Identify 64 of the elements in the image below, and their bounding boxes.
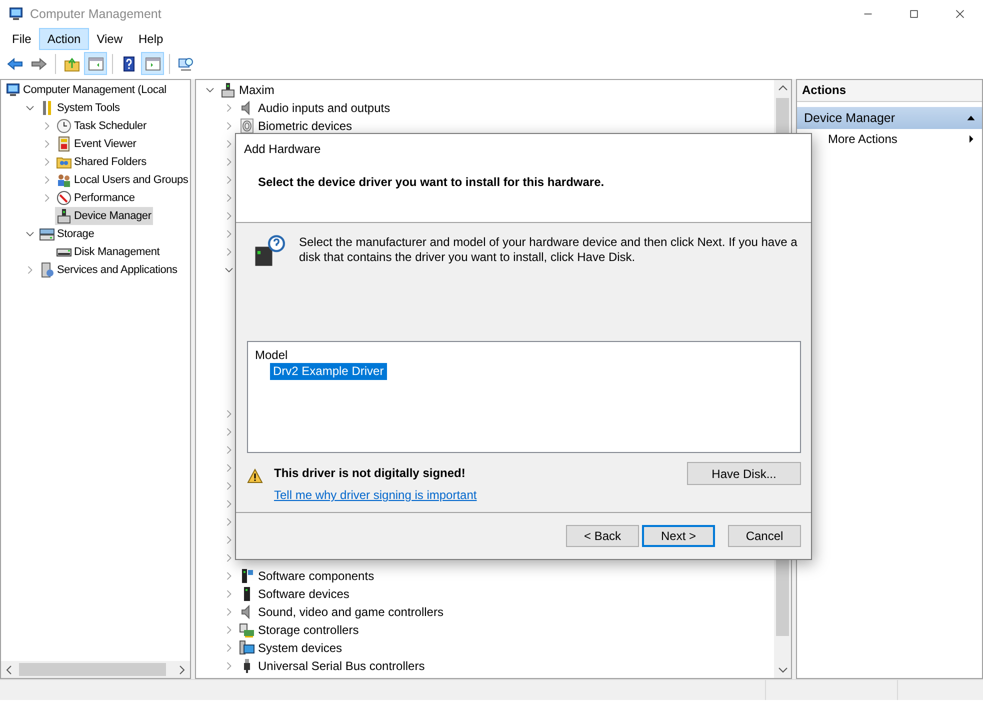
list-item[interactable]: Drv2 Example Driver [270, 363, 387, 380]
tree-item[interactable]: System Tools [38, 99, 122, 117]
action-link[interactable]: More Actions [828, 132, 898, 146]
have-disk-button[interactable]: Have Disk... [687, 462, 801, 485]
monitor-magnifier-icon [178, 56, 194, 72]
clock-icon [56, 118, 72, 134]
event-log-icon [56, 136, 72, 152]
tree-item[interactable]: Device Manager [55, 207, 154, 225]
dialog-button[interactable]: < Back [566, 525, 639, 547]
close-icon[interactable] [954, 8, 966, 20]
show-hide-tree-button[interactable] [84, 52, 107, 75]
tree-item[interactable]: Event Viewer [55, 135, 138, 153]
section-header[interactable]: Device Manager [797, 107, 982, 129]
dialog-button[interactable]: Next > [642, 525, 715, 547]
tree-item[interactable]: System devices [238, 639, 344, 657]
computer-icon [5, 82, 21, 98]
column-header: Model [254, 347, 289, 363]
menu-item[interactable]: Action [39, 28, 89, 50]
forward-arrow-icon [30, 56, 46, 72]
warning-icon [247, 468, 263, 484]
pane-heading: Actions [797, 80, 982, 102]
back-arrow-icon [6, 56, 22, 72]
storage-controller-icon [239, 622, 255, 638]
tree-item[interactable]: Shared Folders [55, 153, 148, 171]
up-folder-icon [64, 56, 80, 72]
app-icon [8, 6, 24, 22]
users-icon [56, 172, 72, 188]
tree-item[interactable]: Maxim [219, 81, 276, 99]
help-link[interactable]: Tell me why driver signing is important [274, 488, 477, 502]
tree-item[interactable]: Universal Serial Bus controllers [238, 657, 427, 675]
model-list[interactable]: Model Drv2 Example Driver [247, 341, 801, 453]
instruction-text: Select the manufacturer and model of your hardware device and then click Next. If you have a disk that contains the driver you want to install, click Have Disk. [299, 234, 798, 266]
dialog-heading: Select the device driver you want to install for this hardware. [257, 174, 606, 189]
tree-item[interactable]: Storage [38, 225, 96, 243]
tree-item[interactable]: Sound, video and game controllers [238, 603, 446, 621]
tree-item[interactable]: Task Scheduler [55, 117, 148, 135]
help-icon [120, 56, 136, 72]
tree-item[interactable]: Biometric devices [238, 117, 354, 135]
menu-item[interactable]: Help [130, 28, 172, 50]
dialog-button[interactable]: Cancel [728, 525, 801, 547]
menu-item[interactable]: File [4, 28, 40, 50]
tree-item[interactable]: Services and Applications [38, 261, 180, 279]
tree-item[interactable]: Software devices [238, 585, 352, 603]
horizontal-scrollbar[interactable] [1, 661, 190, 678]
maximize-icon[interactable] [908, 8, 920, 20]
tree-item[interactable]: Disk Management [55, 243, 162, 261]
show-hide-action-pane-icon [144, 56, 160, 72]
device-icon [220, 82, 236, 98]
window-title: Computer Management [30, 7, 162, 21]
system-device-icon [239, 640, 255, 656]
tree-item[interactable]: Computer Management (Local [4, 81, 168, 99]
tree-item[interactable]: Software components [238, 567, 376, 585]
dialog-title: Add Hardware [243, 141, 322, 156]
show-hide-action-pane-button[interactable] [141, 52, 164, 75]
warning-text: This driver is not digitally signed! [274, 466, 466, 480]
device-icon [56, 208, 72, 224]
tree-item[interactable]: Performance [55, 189, 137, 207]
tree-item[interactable]: Audio inputs and outputs [238, 99, 392, 117]
software-component-icon [239, 568, 255, 584]
tree-item[interactable]: Storage controllers [238, 621, 361, 639]
menu-item[interactable]: View [88, 28, 130, 50]
storage-icon [39, 226, 55, 242]
tree-item[interactable]: Local Users and Groups [55, 171, 190, 189]
show-hide-tree-icon [88, 56, 104, 72]
